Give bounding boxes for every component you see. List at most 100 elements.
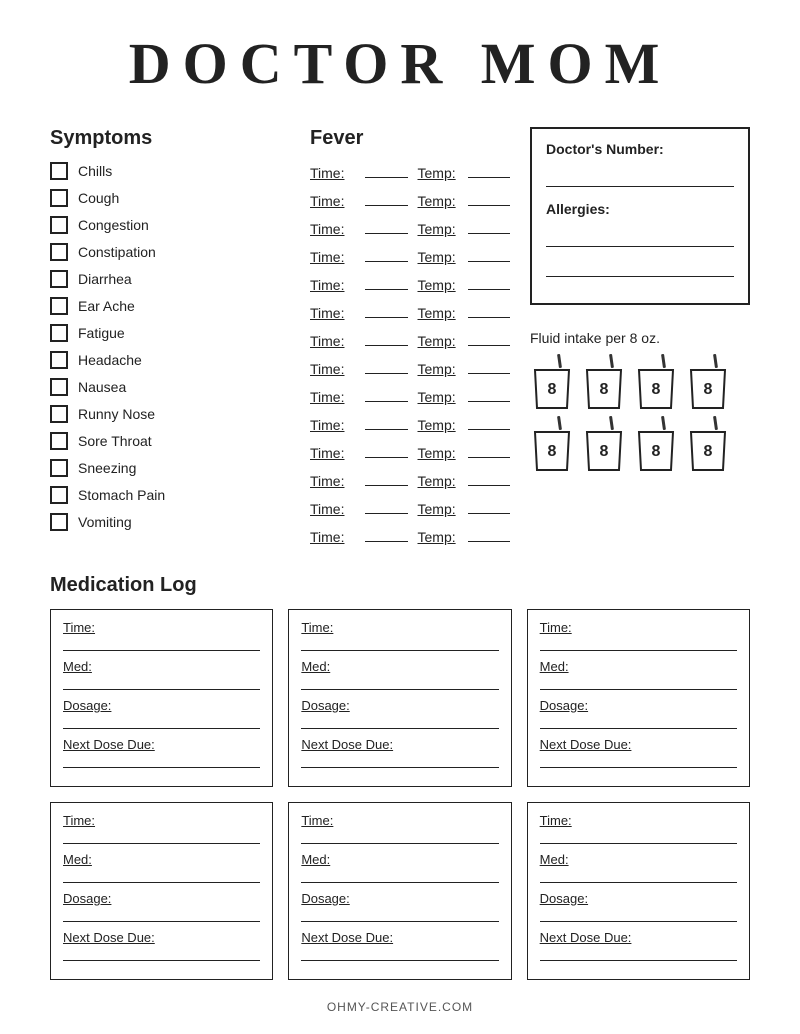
cup-straw: [713, 416, 718, 430]
medication-box: Time: Med: Dosage: Next Dose Due:: [50, 609, 273, 787]
medication-box: Time: Med: Dosage: Next Dose Due:: [50, 802, 273, 980]
symptom-label: Fatigue: [78, 325, 125, 341]
med-time-line: [540, 830, 737, 844]
med-dosage-row: Dosage:: [301, 891, 498, 922]
fever-time-line: [365, 358, 408, 374]
fever-time-line: [365, 274, 408, 290]
symptom-label: Sneezing: [78, 460, 136, 476]
fever-time-label: Time:: [310, 193, 355, 209]
fluid-cup: 8: [582, 354, 626, 410]
med-next-row: Next Dose Due:: [301, 737, 498, 768]
fever-temp-label: Temp:: [418, 501, 458, 517]
med-time-line: [301, 830, 498, 844]
symptom-checkbox[interactable]: [50, 162, 68, 180]
symptom-checkbox[interactable]: [50, 189, 68, 207]
fever-row: Time: Temp:: [310, 498, 510, 517]
medication-grid: Time: Med: Dosage: Next Dose Due: Time: …: [50, 609, 750, 980]
med-dosage-row: Dosage:: [540, 891, 737, 922]
fever-temp-line: [468, 498, 511, 514]
fever-temp-label: Temp:: [418, 361, 458, 377]
info-box: Doctor's Number: Allergies:: [530, 127, 750, 305]
footer: OHMY-CREATIVE.COM: [50, 1000, 750, 1014]
fever-time-line: [365, 190, 408, 206]
fever-row: Time: Temp:: [310, 358, 510, 377]
med-time-row: Time:: [301, 813, 498, 844]
fever-row: Time: Temp:: [310, 470, 510, 489]
med-time-row: Time:: [540, 813, 737, 844]
medication-box: Time: Med: Dosage: Next Dose Due:: [527, 609, 750, 787]
med-time-line: [63, 637, 260, 651]
fever-time-label: Time:: [310, 473, 355, 489]
symptom-checkbox[interactable]: [50, 378, 68, 396]
fever-time-line: [365, 442, 408, 458]
cup-straw: [713, 354, 718, 368]
med-med-line: [540, 869, 737, 883]
fever-time-line: [365, 302, 408, 318]
med-next-line: [63, 754, 260, 768]
symptom-item: Chills: [50, 162, 290, 180]
med-time-label: Time:: [301, 813, 498, 828]
symptom-checkbox[interactable]: [50, 486, 68, 504]
medication-title: Medication Log: [50, 574, 750, 597]
med-next-label: Next Dose Due:: [63, 930, 260, 945]
doctors-number-label: Doctor's Number:: [546, 141, 734, 157]
fever-time-label: Time:: [310, 305, 355, 321]
fluid-section: Fluid intake per 8 oz. 8 8 8 8 8: [530, 330, 750, 478]
symptom-label: Diarrhea: [78, 271, 132, 287]
fever-time-line: [365, 470, 408, 486]
symptom-checkbox[interactable]: [50, 432, 68, 450]
fever-row: Time: Temp:: [310, 442, 510, 461]
fever-time-label: Time:: [310, 221, 355, 237]
symptom-label: Stomach Pain: [78, 487, 165, 503]
med-med-row: Med:: [301, 852, 498, 883]
med-med-label: Med:: [301, 852, 498, 867]
symptom-checkbox[interactable]: [50, 270, 68, 288]
fever-time-line: [365, 218, 408, 234]
med-next-label: Next Dose Due:: [63, 737, 260, 752]
medication-box: Time: Med: Dosage: Next Dose Due:: [288, 802, 511, 980]
symptom-item: Sneezing: [50, 459, 290, 477]
cup-body: 8: [583, 368, 625, 410]
cup-straw: [557, 416, 562, 430]
med-dosage-line: [301, 715, 498, 729]
page-title: DOCTOR MOM: [50, 30, 750, 97]
med-dosage-line: [63, 908, 260, 922]
med-next-row: Next Dose Due:: [63, 737, 260, 768]
cup-body: 8: [687, 430, 729, 472]
fluid-cup: 8: [530, 416, 574, 472]
fever-time-label: Time:: [310, 361, 355, 377]
symptom-checkbox[interactable]: [50, 297, 68, 315]
med-time-row: Time:: [540, 620, 737, 651]
fever-temp-label: Temp:: [418, 249, 458, 265]
fever-temp-label: Temp:: [418, 529, 458, 545]
symptom-checkbox[interactable]: [50, 216, 68, 234]
med-med-label: Med:: [63, 659, 260, 674]
symptom-checkbox[interactable]: [50, 405, 68, 423]
symptom-checkbox[interactable]: [50, 324, 68, 342]
right-column: Doctor's Number: Allergies: Fluid intake…: [510, 127, 750, 554]
med-next-line: [301, 754, 498, 768]
symptom-item: Sore Throat: [50, 432, 290, 450]
fever-row: Time: Temp:: [310, 218, 510, 237]
symptom-checkbox[interactable]: [50, 513, 68, 531]
symptom-checkbox[interactable]: [50, 351, 68, 369]
cup-straw: [609, 416, 614, 430]
med-time-line: [63, 830, 260, 844]
fluid-cup: 8: [582, 416, 626, 472]
symptom-checkbox[interactable]: [50, 459, 68, 477]
med-med-line: [301, 676, 498, 690]
doctors-number-line: [546, 171, 734, 187]
fever-temp-line: [468, 414, 511, 430]
cup-body: 8: [531, 430, 573, 472]
symptom-checkbox[interactable]: [50, 243, 68, 261]
fever-time-label: Time:: [310, 249, 355, 265]
fever-temp-label: Temp:: [418, 305, 458, 321]
fever-temp-line: [468, 358, 511, 374]
fever-time-label: Time:: [310, 501, 355, 517]
fever-row: Time: Temp:: [310, 274, 510, 293]
fever-temp-line: [468, 330, 511, 346]
medication-section: Medication Log Time: Med: Dosage: Next D…: [50, 574, 750, 980]
fluid-cups: 8 8 8 8 8 8 8: [530, 354, 750, 472]
med-dosage-label: Dosage:: [301, 698, 498, 713]
symptom-label: Vomiting: [78, 514, 132, 530]
